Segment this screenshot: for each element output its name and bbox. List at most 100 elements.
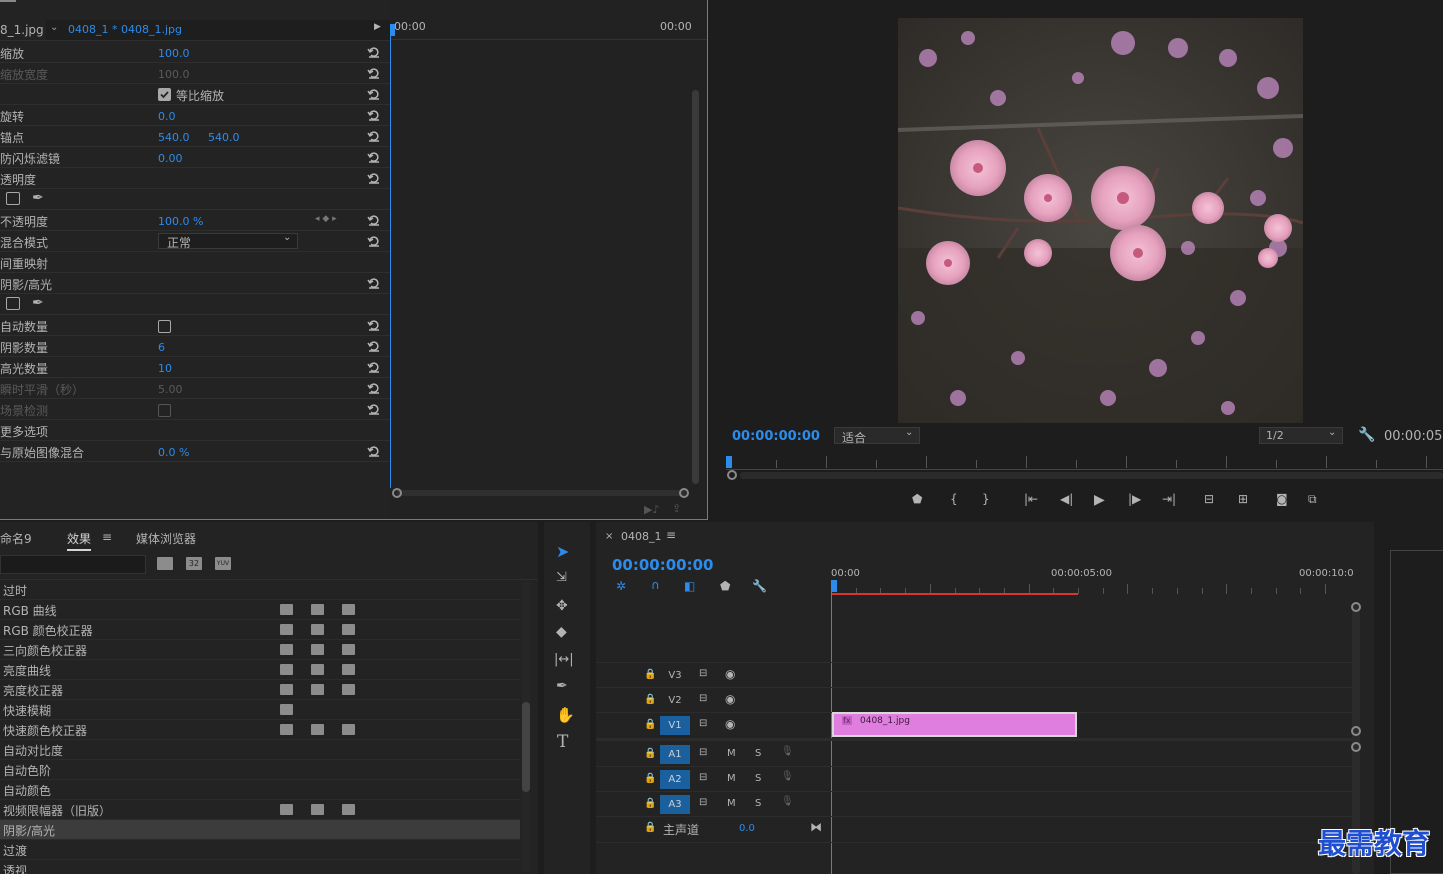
reset-icon[interactable] [367,402,381,416]
effect-row[interactable]: 阴影/高光 [0,273,390,294]
add-marker-icon[interactable]: ⬟ [912,492,928,508]
uniform-scale-checkbox[interactable] [158,88,171,101]
master-end-icon[interactable]: ⧓ [810,820,822,834]
sync-lock-icon[interactable]: ⊟ [699,797,707,808]
mark-out-icon[interactable]: } [982,492,998,508]
lock-icon[interactable]: 🔒 [644,773,656,784]
effect-list-item[interactable]: 透视 [0,860,520,874]
effect-row[interactable]: 旋转 0.0 [0,105,390,126]
effect-row[interactable]: 瞬时平滑（秒） 5.00 [0,378,390,399]
master-volume[interactable]: 0.0 [739,823,755,834]
clip-0408-1[interactable]: fx 0408_1.jpg [832,712,1077,737]
effect-list-item[interactable]: 自动对比度 [0,740,520,760]
effect-row-value[interactable]: 6 [158,341,165,354]
pen-tool-icon[interactable]: ✒ [556,678,568,694]
effect-list-item[interactable]: 亮度曲线 [0,660,520,680]
effect-row-value[interactable]: 100.0 % [158,215,203,228]
sequence-tab[interactable]: 0408_1 [621,530,662,543]
accelerated-filter-icon[interactable] [157,557,173,570]
effect-row[interactable]: 防闪烁滤镜 0.00 [0,147,390,168]
lift-icon[interactable]: ⊟ [1204,492,1220,508]
effect-row-value[interactable]: 100.0 [158,47,190,60]
razor-tool-icon[interactable]: ◆ [556,624,567,640]
effect-row[interactable]: 缩放宽度 100.0 [0,63,390,84]
menu-icon[interactable]: ≡ [666,528,676,542]
solo-button[interactable]: S [755,773,761,784]
effect-list-item[interactable]: 视频限幅器（旧版） [0,800,520,820]
fit-select[interactable]: 适合 ⌄ [834,427,920,445]
program-playhead[interactable] [726,456,732,468]
effect-row[interactable]: 阴影数量 6 [0,336,390,357]
timeline-ruler[interactable]: 00:00 00:00:05:00 00:00:10:0 [831,566,1354,596]
effects-scrollbar-thumb[interactable] [522,702,530,792]
linked-select-icon[interactable]: ◧ [684,579,695,593]
program-zoom-bar[interactable] [740,472,1443,479]
effect-row-value-2[interactable]: 540.0 [208,131,240,144]
eye-icon[interactable]: ◉ [725,692,735,706]
reset-icon[interactable] [367,45,381,59]
ripple-edit-tool-icon[interactable]: ✥ [556,598,568,614]
effect-list-item[interactable]: 快速模糊 [0,700,520,720]
lock-icon[interactable]: 🔒 [644,798,656,809]
effect-list-item[interactable]: 自动色阶 [0,760,520,780]
track-target[interactable]: V3 [660,666,690,685]
extract-icon[interactable]: ⊞ [1238,492,1254,508]
lock-icon[interactable]: 🔒 [644,822,656,833]
tab-media-browser[interactable]: 媒体浏览器 [136,530,196,547]
reset-icon[interactable] [367,339,381,353]
microphone-icon[interactable]: 🎙 [781,746,794,757]
sync-lock-icon[interactable]: ⊟ [699,772,707,783]
sync-lock-icon[interactable]: ⊟ [699,693,707,704]
effect-list-item[interactable]: RGB 颜色校正器 [0,620,520,640]
effect-row[interactable]: ✒ [0,294,390,315]
lock-icon[interactable]: 🔒 [644,669,656,680]
solo-button[interactable]: S [755,798,761,809]
mark-in-icon[interactable]: { [950,492,966,508]
ec-zoom-bar[interactable] [396,490,686,496]
effect-row-value[interactable]: 0.0 [158,110,176,123]
hand-tool-icon[interactable]: ✋ [556,706,575,724]
reset-icon[interactable] [367,276,381,290]
effect-row-value[interactable]: 5.00 [158,383,183,396]
effect-row[interactable]: 高光数量 10 [0,357,390,378]
work-area-bar[interactable] [831,593,1078,595]
effects-scrollbar-track[interactable] [522,582,530,872]
mute-button[interactable]: M [727,748,736,759]
lock-icon[interactable]: 🔒 [644,694,656,705]
reset-icon[interactable] [367,129,381,143]
camera-icon[interactable]: ◙ [1276,492,1292,508]
tab-project[interactable]: 命名9 [0,530,32,547]
ec-ruler[interactable]: 00:00 00:00 [390,0,707,40]
reset-icon[interactable] [367,318,381,332]
effect-row[interactable]: ✒ [0,189,390,210]
sync-lock-icon[interactable]: ⊟ [699,747,707,758]
close-icon[interactable]: × [605,531,613,542]
chevron-down-icon[interactable]: ⌄ [50,22,58,33]
go-to-out-icon[interactable]: ⇥| [1162,492,1178,508]
microphone-icon[interactable]: 🎙 [781,771,794,782]
effect-checkbox[interactable] [158,320,171,333]
effect-row-value[interactable]: 0.00 [158,152,183,165]
effect-list-item[interactable]: 快速颜色校正器 [0,720,520,740]
effect-row-value[interactable]: 0.0 % [158,446,189,459]
sync-lock-icon[interactable]: ⊟ [699,718,707,729]
eye-icon[interactable]: ◉ [725,717,735,731]
reset-icon[interactable] [367,360,381,374]
effect-row[interactable]: 缩放 100.0 [0,42,390,63]
reset-icon[interactable] [367,381,381,395]
32bit-filter-icon[interactable]: 32 [186,557,202,570]
rectangle-mask-icon[interactable] [6,297,20,310]
wrench-icon[interactable]: 🔧 [1358,427,1375,443]
program-ruler[interactable] [726,450,1443,470]
play-only-icon[interactable]: ▶ [374,22,381,32]
ec-zoom-handle-right[interactable] [679,488,689,498]
effect-row[interactable]: 混合模式 正常 ⌄ [0,231,390,252]
filter-audio-icon[interactable]: ▶♪ [644,503,659,516]
effect-list-item[interactable]: 亮度校正器 [0,680,520,700]
reset-icon[interactable] [367,66,381,80]
effect-row[interactable]: 锚点 540.0 540.0 [0,126,390,147]
ec-scrollbar[interactable] [692,90,699,484]
blend-mode-select[interactable]: 正常 ⌄ [158,232,298,250]
source-tab[interactable]: 8_1.jpg [0,23,44,37]
menu-icon[interactable]: ≡ [102,530,112,544]
